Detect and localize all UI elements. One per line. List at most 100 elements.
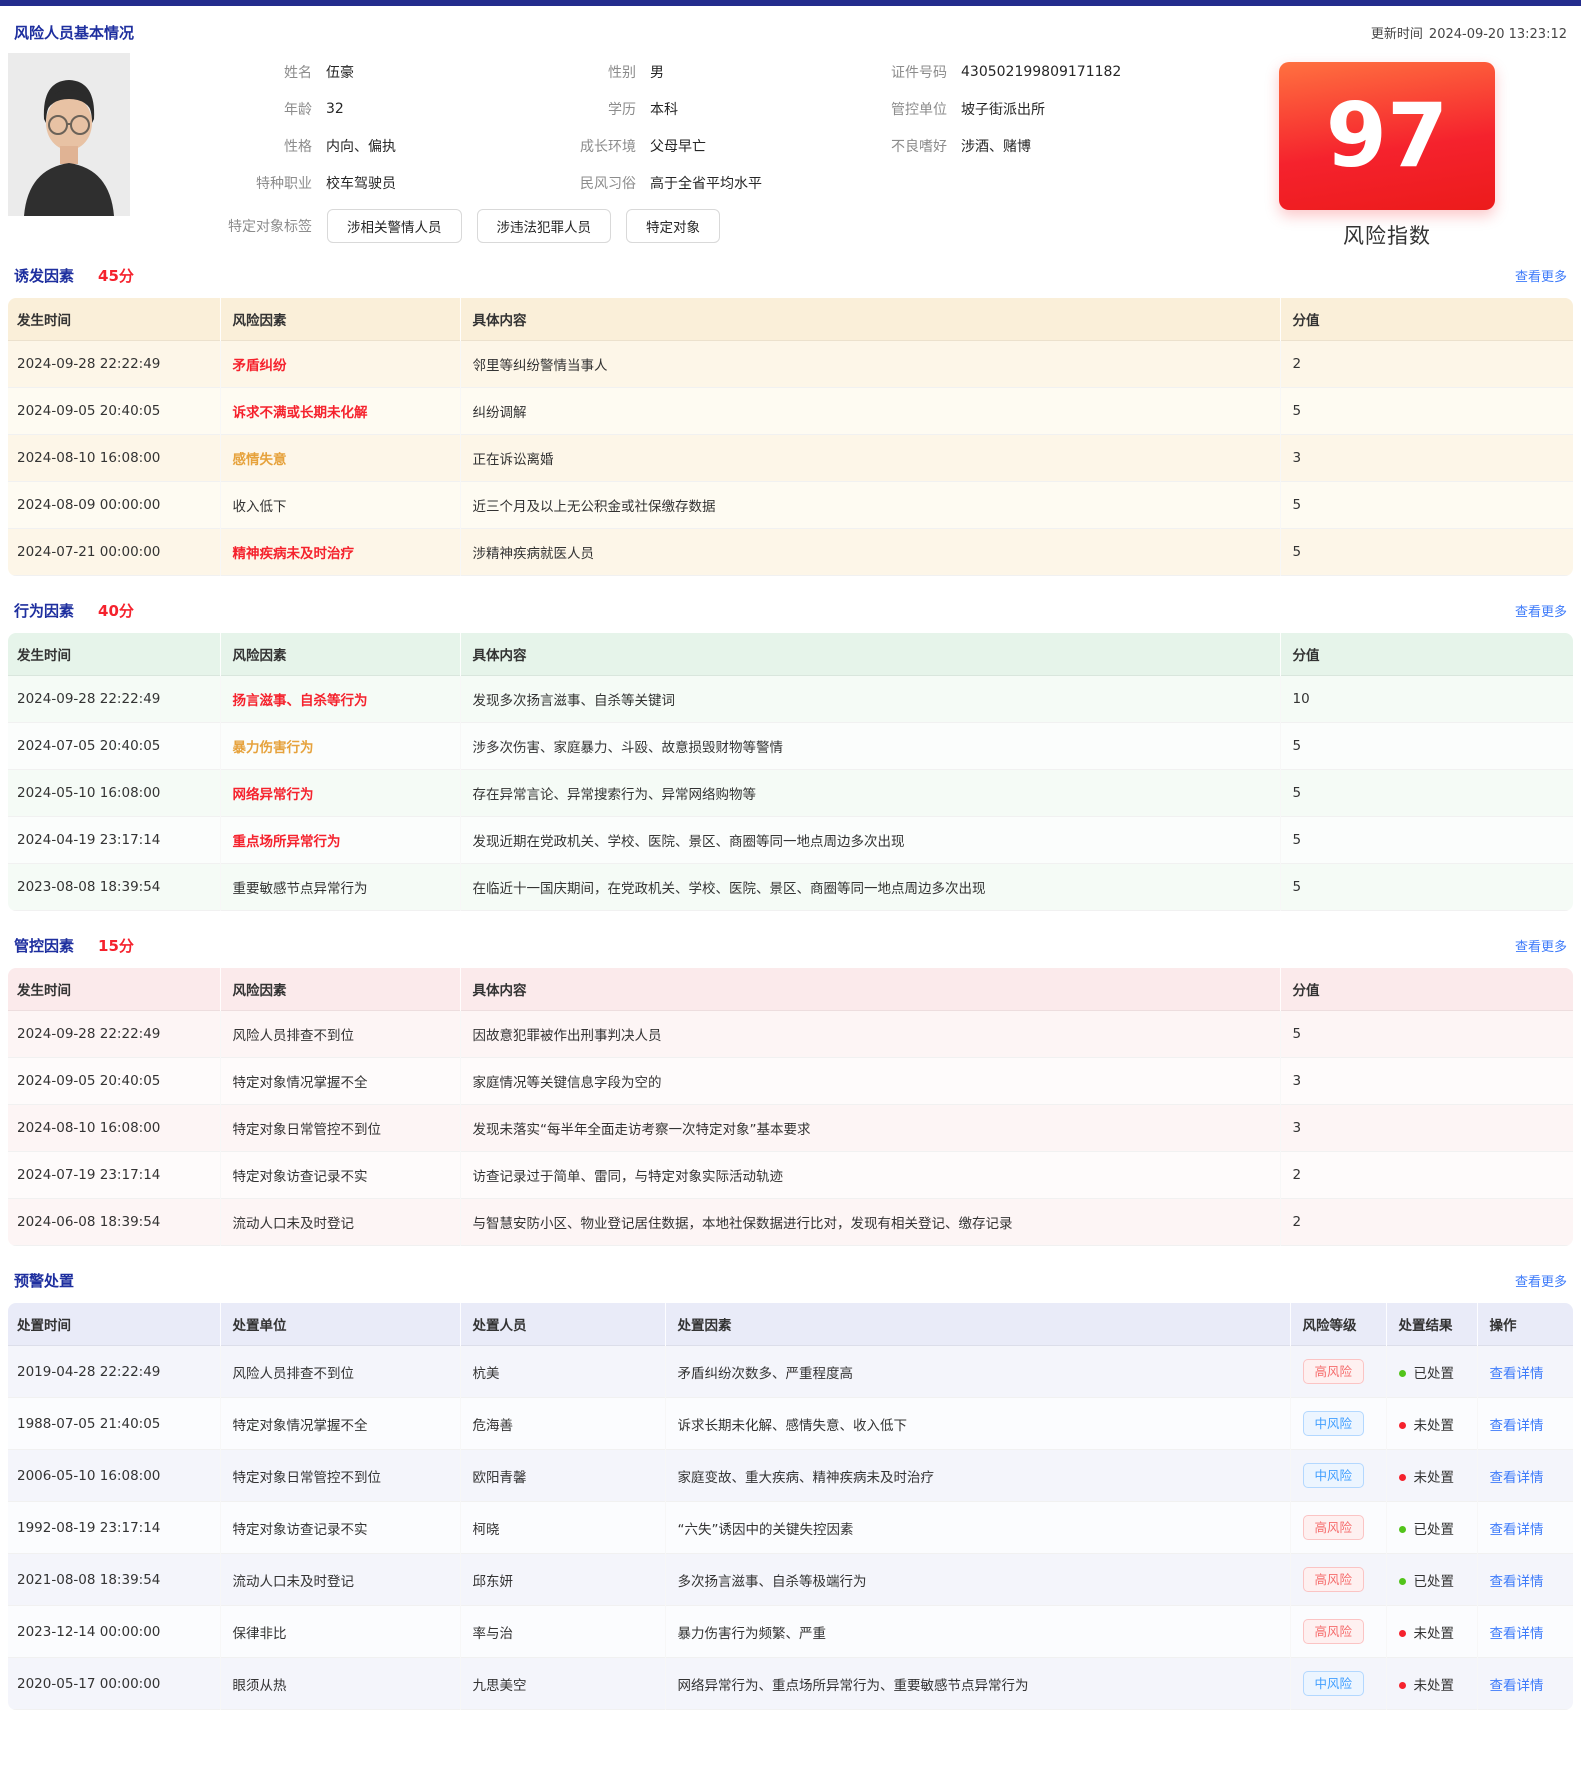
row-score: 3 [1280, 1058, 1573, 1105]
profile-field: 特种职业校车驾驶员 [130, 173, 460, 193]
row-time: 2023-08-08 18:39:54 [8, 864, 220, 911]
risk-level-badge: 高风险 [1303, 1567, 1365, 1592]
row-time: 1988-07-05 21:40:05 [8, 1398, 220, 1450]
row-content: 近三个月及以上无公积金或社保缴存数据 [460, 482, 1280, 529]
column-header: 分值 [1280, 968, 1573, 1011]
row-result: 已处置 [1386, 1346, 1477, 1398]
factor-row: 2024-06-08 18:39:54流动人口未及时登记与智慧安防小区、物业登记… [8, 1199, 1573, 1246]
row-time: 2020-05-17 00:00:00 [8, 1658, 220, 1710]
view-detail-link[interactable]: 查看详情 [1490, 1626, 1544, 1642]
row-score: 5 [1280, 482, 1573, 529]
row-result: 未处置 [1386, 1398, 1477, 1450]
view-detail-link[interactable]: 查看详情 [1490, 1678, 1544, 1694]
row-person: 杭美 [460, 1346, 665, 1398]
row-content: 访查记录过于简单、雷同，与特定对象实际活动轨迹 [460, 1152, 1280, 1199]
row-time: 2024-04-19 23:17:14 [8, 817, 220, 864]
profile-row: 年龄32学历本科管控单位坡子街派出所 [130, 90, 1253, 127]
factor-row: 2024-07-19 23:17:14特定对象访查记录不实访查记录过于简单、雷同… [8, 1152, 1573, 1199]
factor-row: 2024-09-28 22:22:49矛盾纠纷邻里等纠纷警情当事人2 [8, 341, 1573, 388]
factor-row: 2024-07-21 00:00:00精神疾病未及时治疗涉精神疾病就医人员5 [8, 529, 1573, 576]
row-time: 2023-12-14 00:00:00 [8, 1606, 220, 1658]
trigger-factors-table: 发生时间风险因素具体内容分值 2024-09-28 22:22:49矛盾纠纷邻里… [8, 298, 1573, 576]
profile-fields: 姓名伍豪性别男证件号码430502199809171182年龄32学历本科管控单… [130, 53, 1253, 243]
row-time: 2024-09-28 22:22:49 [8, 676, 220, 723]
view-more-link[interactable]: 查看更多 [1515, 266, 1567, 285]
alert-disposal-table: 处置时间处置单位处置人员处置因素风险等级处置结果操作 2019-04-28 22… [8, 1303, 1573, 1710]
special-object-tag[interactable]: 涉相关警情人员 [327, 209, 462, 243]
person-basic-info: 姓名伍豪性别男证件号码430502199809171182年龄32学历本科管控单… [8, 53, 1573, 241]
row-factor: 暴力伤害行为频繁、严重 [665, 1606, 1290, 1658]
result-status-dot [1399, 1370, 1406, 1377]
view-more-link[interactable]: 查看更多 [1515, 1271, 1567, 1290]
view-more-link[interactable]: 查看更多 [1515, 936, 1567, 955]
field-label: 姓名 [130, 62, 312, 82]
field-label: 民风习俗 [460, 173, 636, 193]
special-object-tag[interactable]: 特定对象 [626, 209, 720, 243]
row-risk-factor: 特定对象日常管控不到位 [220, 1105, 460, 1152]
row-person: 危海善 [460, 1398, 665, 1450]
factor-row: 2024-09-05 20:40:05特定对象情况掌握不全家庭情况等关键信息字段… [8, 1058, 1573, 1105]
column-header: 处置结果 [1386, 1303, 1477, 1346]
update-time-label: 更新时间 [1371, 27, 1423, 42]
row-result: 已处置 [1386, 1502, 1477, 1554]
column-header: 风险等级 [1290, 1303, 1386, 1346]
row-unit: 特定对象日常管控不到位 [220, 1450, 460, 1502]
disposal-row: 1992-08-19 23:17:14特定对象访查记录不实柯晓“六失”诱因中的关… [8, 1502, 1573, 1554]
row-unit: 眼须从热 [220, 1658, 460, 1710]
section-alert-disposal: 预警处置 查看更多 处置时间处置单位处置人员处置因素风险等级处置结果操作 201… [8, 1270, 1573, 1710]
row-result: 未处置 [1386, 1658, 1477, 1710]
result-status-dot [1399, 1474, 1406, 1481]
row-risk-factor: 风险人员排查不到位 [220, 1011, 460, 1058]
row-content: 涉多次伤害、家庭暴力、斗殴、故意损毁财物等警情 [460, 723, 1280, 770]
row-person: 率与治 [460, 1606, 665, 1658]
row-unit: 保律非比 [220, 1606, 460, 1658]
view-detail-link[interactable]: 查看详情 [1490, 1418, 1544, 1434]
field-value: 男 [650, 62, 664, 82]
row-time: 2021-08-08 18:39:54 [8, 1554, 220, 1606]
field-label: 年龄 [130, 99, 312, 119]
profile-field: 年龄32 [130, 99, 460, 119]
row-score: 2 [1280, 341, 1573, 388]
row-score: 5 [1280, 388, 1573, 435]
view-detail-link[interactable]: 查看详情 [1490, 1574, 1544, 1590]
view-detail-link[interactable]: 查看详情 [1490, 1470, 1544, 1486]
column-header: 发生时间 [8, 968, 220, 1011]
view-detail-link[interactable]: 查看详情 [1490, 1522, 1544, 1538]
result-status-text: 已处置 [1414, 1574, 1455, 1590]
row-time: 2006-05-10 16:08:00 [8, 1450, 220, 1502]
row-time: 2024-07-05 20:40:05 [8, 723, 220, 770]
column-header: 发生时间 [8, 298, 220, 341]
factor-row: 2024-04-19 23:17:14重点场所异常行为发现近期在党政机关、学校、… [8, 817, 1573, 864]
row-score: 5 [1280, 864, 1573, 911]
row-time: 2024-09-28 22:22:49 [8, 1011, 220, 1058]
row-person: 柯晓 [460, 1502, 665, 1554]
view-detail-link[interactable]: 查看详情 [1490, 1366, 1544, 1382]
profile-field: 姓名伍豪 [130, 62, 460, 82]
field-value: 本科 [650, 99, 678, 119]
column-header: 分值 [1280, 633, 1573, 676]
special-object-tag[interactable]: 涉违法犯罪人员 [477, 209, 612, 243]
result-status-text: 已处置 [1414, 1522, 1455, 1538]
section-score: 15分 [98, 935, 134, 956]
row-time: 2024-06-08 18:39:54 [8, 1199, 220, 1246]
row-risk-factor: 重要敏感节点异常行为 [220, 864, 460, 911]
row-score: 5 [1280, 770, 1573, 817]
column-header: 处置因素 [665, 1303, 1290, 1346]
row-risk-factor: 诉求不满或长期未化解 [220, 388, 460, 435]
factor-row: 2024-08-10 16:08:00特定对象日常管控不到位发现未落实“每半年全… [8, 1105, 1573, 1152]
result-status-text: 未处置 [1414, 1626, 1455, 1642]
column-header: 风险因素 [220, 633, 460, 676]
row-factor: 家庭变故、重大疾病、精神疾病未及时治疗 [665, 1450, 1290, 1502]
section-title: 管控因素 [14, 935, 74, 956]
person-photo [8, 53, 130, 216]
row-risk-factor: 扬言滋事、自杀等行为 [220, 676, 460, 723]
row-score: 3 [1280, 435, 1573, 482]
row-risk-factor: 收入低下 [220, 482, 460, 529]
row-time: 2024-09-28 22:22:49 [8, 341, 220, 388]
page-header: 风险人员基本情况 更新时间2024-09-20 13:23:12 [8, 6, 1573, 43]
field-label: 管控单位 [790, 99, 947, 119]
profile-field: 证件号码430502199809171182 [790, 62, 1253, 82]
field-label: 成长环境 [460, 136, 636, 156]
view-more-link[interactable]: 查看更多 [1515, 601, 1567, 620]
row-action: 查看详情 [1477, 1398, 1573, 1450]
